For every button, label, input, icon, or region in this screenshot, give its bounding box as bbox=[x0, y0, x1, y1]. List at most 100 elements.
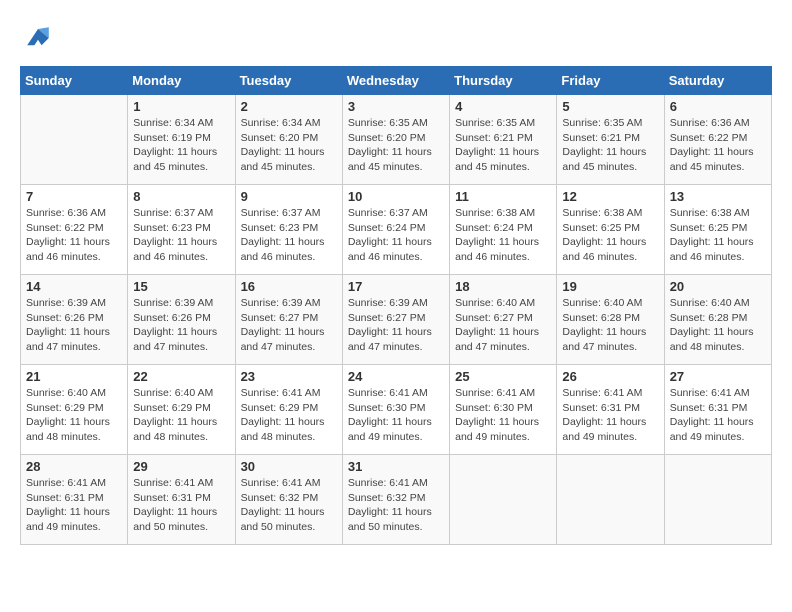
day-info: Sunrise: 6:40 AM Sunset: 6:27 PM Dayligh… bbox=[455, 296, 551, 355]
day-number: 11 bbox=[455, 189, 551, 204]
day-info: Sunrise: 6:37 AM Sunset: 6:24 PM Dayligh… bbox=[348, 206, 444, 265]
day-number: 21 bbox=[26, 369, 122, 384]
day-number: 18 bbox=[455, 279, 551, 294]
day-number: 7 bbox=[26, 189, 122, 204]
calendar-cell: 30 Sunrise: 6:41 AM Sunset: 6:32 PM Dayli… bbox=[235, 455, 342, 545]
calendar-cell bbox=[664, 455, 771, 545]
day-info: Sunrise: 6:35 AM Sunset: 6:21 PM Dayligh… bbox=[562, 116, 658, 175]
day-info: Sunrise: 6:40 AM Sunset: 6:28 PM Dayligh… bbox=[670, 296, 766, 355]
day-number: 30 bbox=[241, 459, 337, 474]
calendar-cell: 25 Sunrise: 6:41 AM Sunset: 6:30 PM Dayli… bbox=[450, 365, 557, 455]
calendar-cell bbox=[450, 455, 557, 545]
weekday-header-row: SundayMondayTuesdayWednesdayThursdayFrid… bbox=[21, 67, 772, 95]
calendar-cell: 11Sunrise: 6:38 AM Sunset: 6:24 PM Dayli… bbox=[450, 185, 557, 275]
day-number: 8 bbox=[133, 189, 229, 204]
day-number: 5 bbox=[562, 99, 658, 114]
calendar-week-row: 28 Sunrise: 6:41 AM Sunset: 6:31 PM Dayli… bbox=[21, 455, 772, 545]
calendar-cell: 21Sunrise: 6:40 AM Sunset: 6:29 PM Dayli… bbox=[21, 365, 128, 455]
day-info: Sunrise: 6:41 AM Sunset: 6:30 PM Dayligh… bbox=[455, 386, 551, 445]
calendar-week-row: 7 Sunrise: 6:36 AM Sunset: 6:22 PM Daylig… bbox=[21, 185, 772, 275]
calendar-cell: 23 Sunrise: 6:41 AM Sunset: 6:29 PM Dayli… bbox=[235, 365, 342, 455]
calendar-cell: 13Sunrise: 6:38 AM Sunset: 6:25 PM Dayli… bbox=[664, 185, 771, 275]
day-number: 25 bbox=[455, 369, 551, 384]
calendar-cell: 29 Sunrise: 6:41 AM Sunset: 6:31 PM Dayli… bbox=[128, 455, 235, 545]
day-number: 12 bbox=[562, 189, 658, 204]
day-info: Sunrise: 6:39 AM Sunset: 6:26 PM Dayligh… bbox=[26, 296, 122, 355]
day-number: 10 bbox=[348, 189, 444, 204]
calendar-cell: 9 Sunrise: 6:37 AM Sunset: 6:23 PM Daylig… bbox=[235, 185, 342, 275]
calendar-cell bbox=[557, 455, 664, 545]
day-info: Sunrise: 6:40 AM Sunset: 6:29 PM Dayligh… bbox=[133, 386, 229, 445]
day-number: 29 bbox=[133, 459, 229, 474]
day-number: 2 bbox=[241, 99, 337, 114]
calendar-cell: 8 Sunrise: 6:37 AM Sunset: 6:23 PM Daylig… bbox=[128, 185, 235, 275]
day-info: Sunrise: 6:38 AM Sunset: 6:25 PM Dayligh… bbox=[670, 206, 766, 265]
logo bbox=[20, 20, 62, 56]
calendar-cell: 14Sunrise: 6:39 AM Sunset: 6:26 PM Dayli… bbox=[21, 275, 128, 365]
calendar-cell: 1 Sunrise: 6:34 AM Sunset: 6:19 PM Daylig… bbox=[128, 95, 235, 185]
day-number: 9 bbox=[241, 189, 337, 204]
calendar-cell: 20 Sunrise: 6:40 AM Sunset: 6:28 PM Dayli… bbox=[664, 275, 771, 365]
day-number: 28 bbox=[26, 459, 122, 474]
calendar-cell: 17 Sunrise: 6:39 AM Sunset: 6:27 PM Dayli… bbox=[342, 275, 449, 365]
calendar-cell: 19 Sunrise: 6:40 AM Sunset: 6:28 PM Dayli… bbox=[557, 275, 664, 365]
calendar-cell: 18 Sunrise: 6:40 AM Sunset: 6:27 PM Dayli… bbox=[450, 275, 557, 365]
calendar-cell: 6 Sunrise: 6:36 AM Sunset: 6:22 PM Daylig… bbox=[664, 95, 771, 185]
calendar-cell: 31 Sunrise: 6:41 AM Sunset: 6:32 PM Dayli… bbox=[342, 455, 449, 545]
day-number: 31 bbox=[348, 459, 444, 474]
day-number: 20 bbox=[670, 279, 766, 294]
day-number: 6 bbox=[670, 99, 766, 114]
day-number: 4 bbox=[455, 99, 551, 114]
calendar-cell: 24Sunrise: 6:41 AM Sunset: 6:30 PM Dayli… bbox=[342, 365, 449, 455]
weekday-header-cell: Tuesday bbox=[235, 67, 342, 95]
day-info: Sunrise: 6:39 AM Sunset: 6:27 PM Dayligh… bbox=[348, 296, 444, 355]
calendar-cell bbox=[21, 95, 128, 185]
day-info: Sunrise: 6:41 AM Sunset: 6:29 PM Dayligh… bbox=[241, 386, 337, 445]
day-number: 15 bbox=[133, 279, 229, 294]
calendar-cell: 15Sunrise: 6:39 AM Sunset: 6:26 PM Dayli… bbox=[128, 275, 235, 365]
calendar-cell: 7 Sunrise: 6:36 AM Sunset: 6:22 PM Daylig… bbox=[21, 185, 128, 275]
day-info: Sunrise: 6:41 AM Sunset: 6:31 PM Dayligh… bbox=[562, 386, 658, 445]
day-info: Sunrise: 6:35 AM Sunset: 6:21 PM Dayligh… bbox=[455, 116, 551, 175]
day-info: Sunrise: 6:36 AM Sunset: 6:22 PM Dayligh… bbox=[26, 206, 122, 265]
weekday-header-cell: Sunday bbox=[21, 67, 128, 95]
calendar-cell: 12Sunrise: 6:38 AM Sunset: 6:25 PM Dayli… bbox=[557, 185, 664, 275]
day-info: Sunrise: 6:37 AM Sunset: 6:23 PM Dayligh… bbox=[133, 206, 229, 265]
calendar-cell: 2 Sunrise: 6:34 AM Sunset: 6:20 PM Daylig… bbox=[235, 95, 342, 185]
day-info: Sunrise: 6:41 AM Sunset: 6:32 PM Dayligh… bbox=[348, 476, 444, 535]
weekday-header-cell: Saturday bbox=[664, 67, 771, 95]
day-number: 19 bbox=[562, 279, 658, 294]
logo-icon bbox=[20, 20, 56, 56]
day-info: Sunrise: 6:41 AM Sunset: 6:31 PM Dayligh… bbox=[26, 476, 122, 535]
day-info: Sunrise: 6:34 AM Sunset: 6:19 PM Dayligh… bbox=[133, 116, 229, 175]
day-info: Sunrise: 6:40 AM Sunset: 6:28 PM Dayligh… bbox=[562, 296, 658, 355]
calendar-cell: 26 Sunrise: 6:41 AM Sunset: 6:31 PM Dayli… bbox=[557, 365, 664, 455]
day-info: Sunrise: 6:34 AM Sunset: 6:20 PM Dayligh… bbox=[241, 116, 337, 175]
day-number: 27 bbox=[670, 369, 766, 384]
page-header bbox=[20, 20, 772, 56]
calendar-body: 1 Sunrise: 6:34 AM Sunset: 6:19 PM Daylig… bbox=[21, 95, 772, 545]
day-number: 24 bbox=[348, 369, 444, 384]
day-number: 23 bbox=[241, 369, 337, 384]
weekday-header-cell: Friday bbox=[557, 67, 664, 95]
calendar-cell: 4 Sunrise: 6:35 AM Sunset: 6:21 PM Daylig… bbox=[450, 95, 557, 185]
day-info: Sunrise: 6:37 AM Sunset: 6:23 PM Dayligh… bbox=[241, 206, 337, 265]
day-number: 1 bbox=[133, 99, 229, 114]
day-number: 3 bbox=[348, 99, 444, 114]
day-number: 17 bbox=[348, 279, 444, 294]
calendar-week-row: 14Sunrise: 6:39 AM Sunset: 6:26 PM Dayli… bbox=[21, 275, 772, 365]
day-number: 16 bbox=[241, 279, 337, 294]
calendar-week-row: 21 Sunrise: 6:40 AM Sunset: 6:29 PM Dayli… bbox=[21, 365, 772, 455]
weekday-header-cell: Wednesday bbox=[342, 67, 449, 95]
day-number: 22 bbox=[133, 369, 229, 384]
calendar-week-row: 1 Sunrise: 6:34 AM Sunset: 6:19 PM Daylig… bbox=[21, 95, 772, 185]
weekday-header-cell: Thursday bbox=[450, 67, 557, 95]
calendar-table: SundayMondayTuesdayWednesdayThursdayFrid… bbox=[20, 66, 772, 545]
day-info: Sunrise: 6:36 AM Sunset: 6:22 PM Dayligh… bbox=[670, 116, 766, 175]
day-info: Sunrise: 6:41 AM Sunset: 6:32 PM Dayligh… bbox=[241, 476, 337, 535]
day-info: Sunrise: 6:41 AM Sunset: 6:31 PM Dayligh… bbox=[133, 476, 229, 535]
calendar-cell: 22 Sunrise: 6:40 AM Sunset: 6:29 PM Dayli… bbox=[128, 365, 235, 455]
day-number: 26 bbox=[562, 369, 658, 384]
calendar-cell: 27 Sunrise: 6:41 AM Sunset: 6:31 PM Dayli… bbox=[664, 365, 771, 455]
day-info: Sunrise: 6:41 AM Sunset: 6:31 PM Dayligh… bbox=[670, 386, 766, 445]
